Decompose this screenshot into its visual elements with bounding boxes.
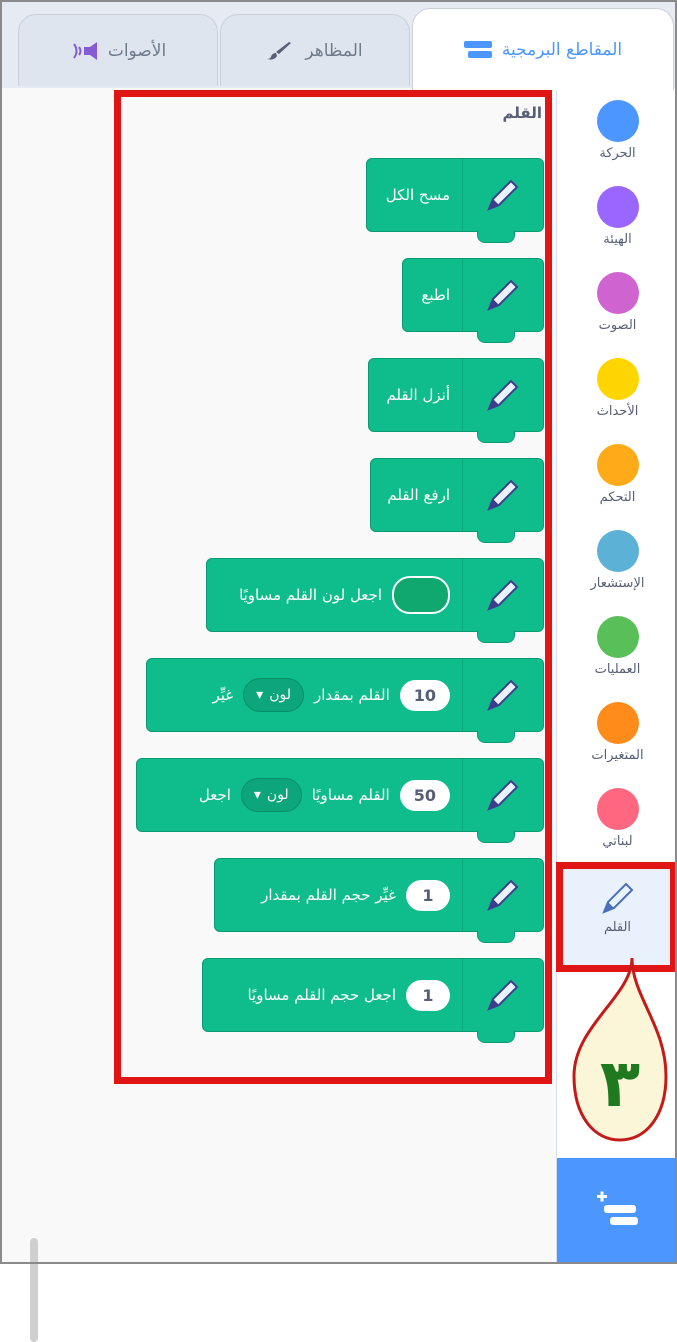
code-icon [463, 40, 492, 58]
window-frame [0, 0, 677, 1264]
tab-code[interactable]: المقاطع البرمجية [412, 8, 674, 90]
tab-code-label: المقاطع البرمجية [501, 39, 623, 60]
